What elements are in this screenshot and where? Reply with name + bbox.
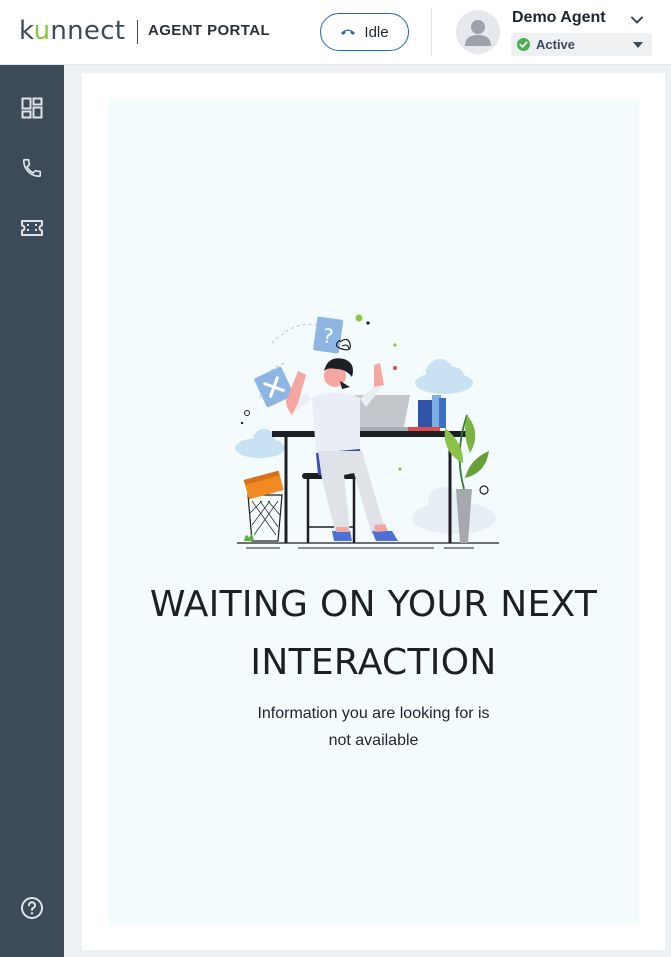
headline-line-2: INTERACTION [250, 642, 497, 683]
check-circle-icon [517, 38, 530, 51]
phone-icon [22, 158, 42, 178]
call-state-button[interactable]: Idle [320, 13, 409, 51]
kunnect-logo[interactable]: kunnect [19, 15, 125, 47]
agent-status-label: Active [536, 37, 576, 52]
logo-divider [137, 20, 138, 44]
portal-title: AGENT PORTAL [148, 22, 271, 39]
top-header: kunnect AGENT PORTAL Idle Demo Agent Act… [0, 0, 671, 65]
agent-avatar[interactable] [456, 10, 500, 54]
sidebar-item-dashboard[interactable] [17, 93, 47, 123]
waiting-headline: WAITING ON YOUR NEXT INTERACTION [108, 576, 639, 692]
agent-name: Demo Agent [512, 9, 606, 26]
waiting-agent-illustration: ? [235, 314, 499, 549]
main-content: ? WAITING ON YOUR NEXT INTERACTION Infor… [82, 73, 665, 950]
left-sidebar [0, 65, 64, 957]
empty-state-panel: ? WAITING ON YOUR NEXT INTERACTION Infor… [108, 100, 639, 925]
phone-hangup-icon [341, 29, 356, 35]
message-line-1: Information you are looking for is [257, 705, 490, 722]
logo-text-rest: nnect [50, 16, 126, 46]
help-circle-icon [21, 897, 43, 919]
empty-state-message: Information you are looking for is not a… [108, 700, 639, 754]
agent-status-select[interactable]: Active [511, 33, 652, 56]
ticket-icon [21, 220, 43, 236]
sidebar-item-calls[interactable] [17, 153, 47, 183]
caret-down-icon [633, 42, 643, 48]
sidebar-item-help[interactable] [17, 893, 47, 923]
call-state-label: Idle [364, 23, 389, 41]
logo-text-k: k [19, 16, 34, 46]
headline-line-1: WAITING ON YOUR NEXT [149, 584, 598, 625]
logo-text-accent: u [33, 16, 51, 46]
header-separator [431, 8, 432, 56]
message-line-2: not available [328, 732, 419, 749]
chevron-down-icon[interactable] [629, 12, 645, 28]
sidebar-item-tickets[interactable] [17, 213, 47, 243]
dashboard-icon [21, 97, 43, 119]
user-silhouette-icon [465, 20, 491, 46]
